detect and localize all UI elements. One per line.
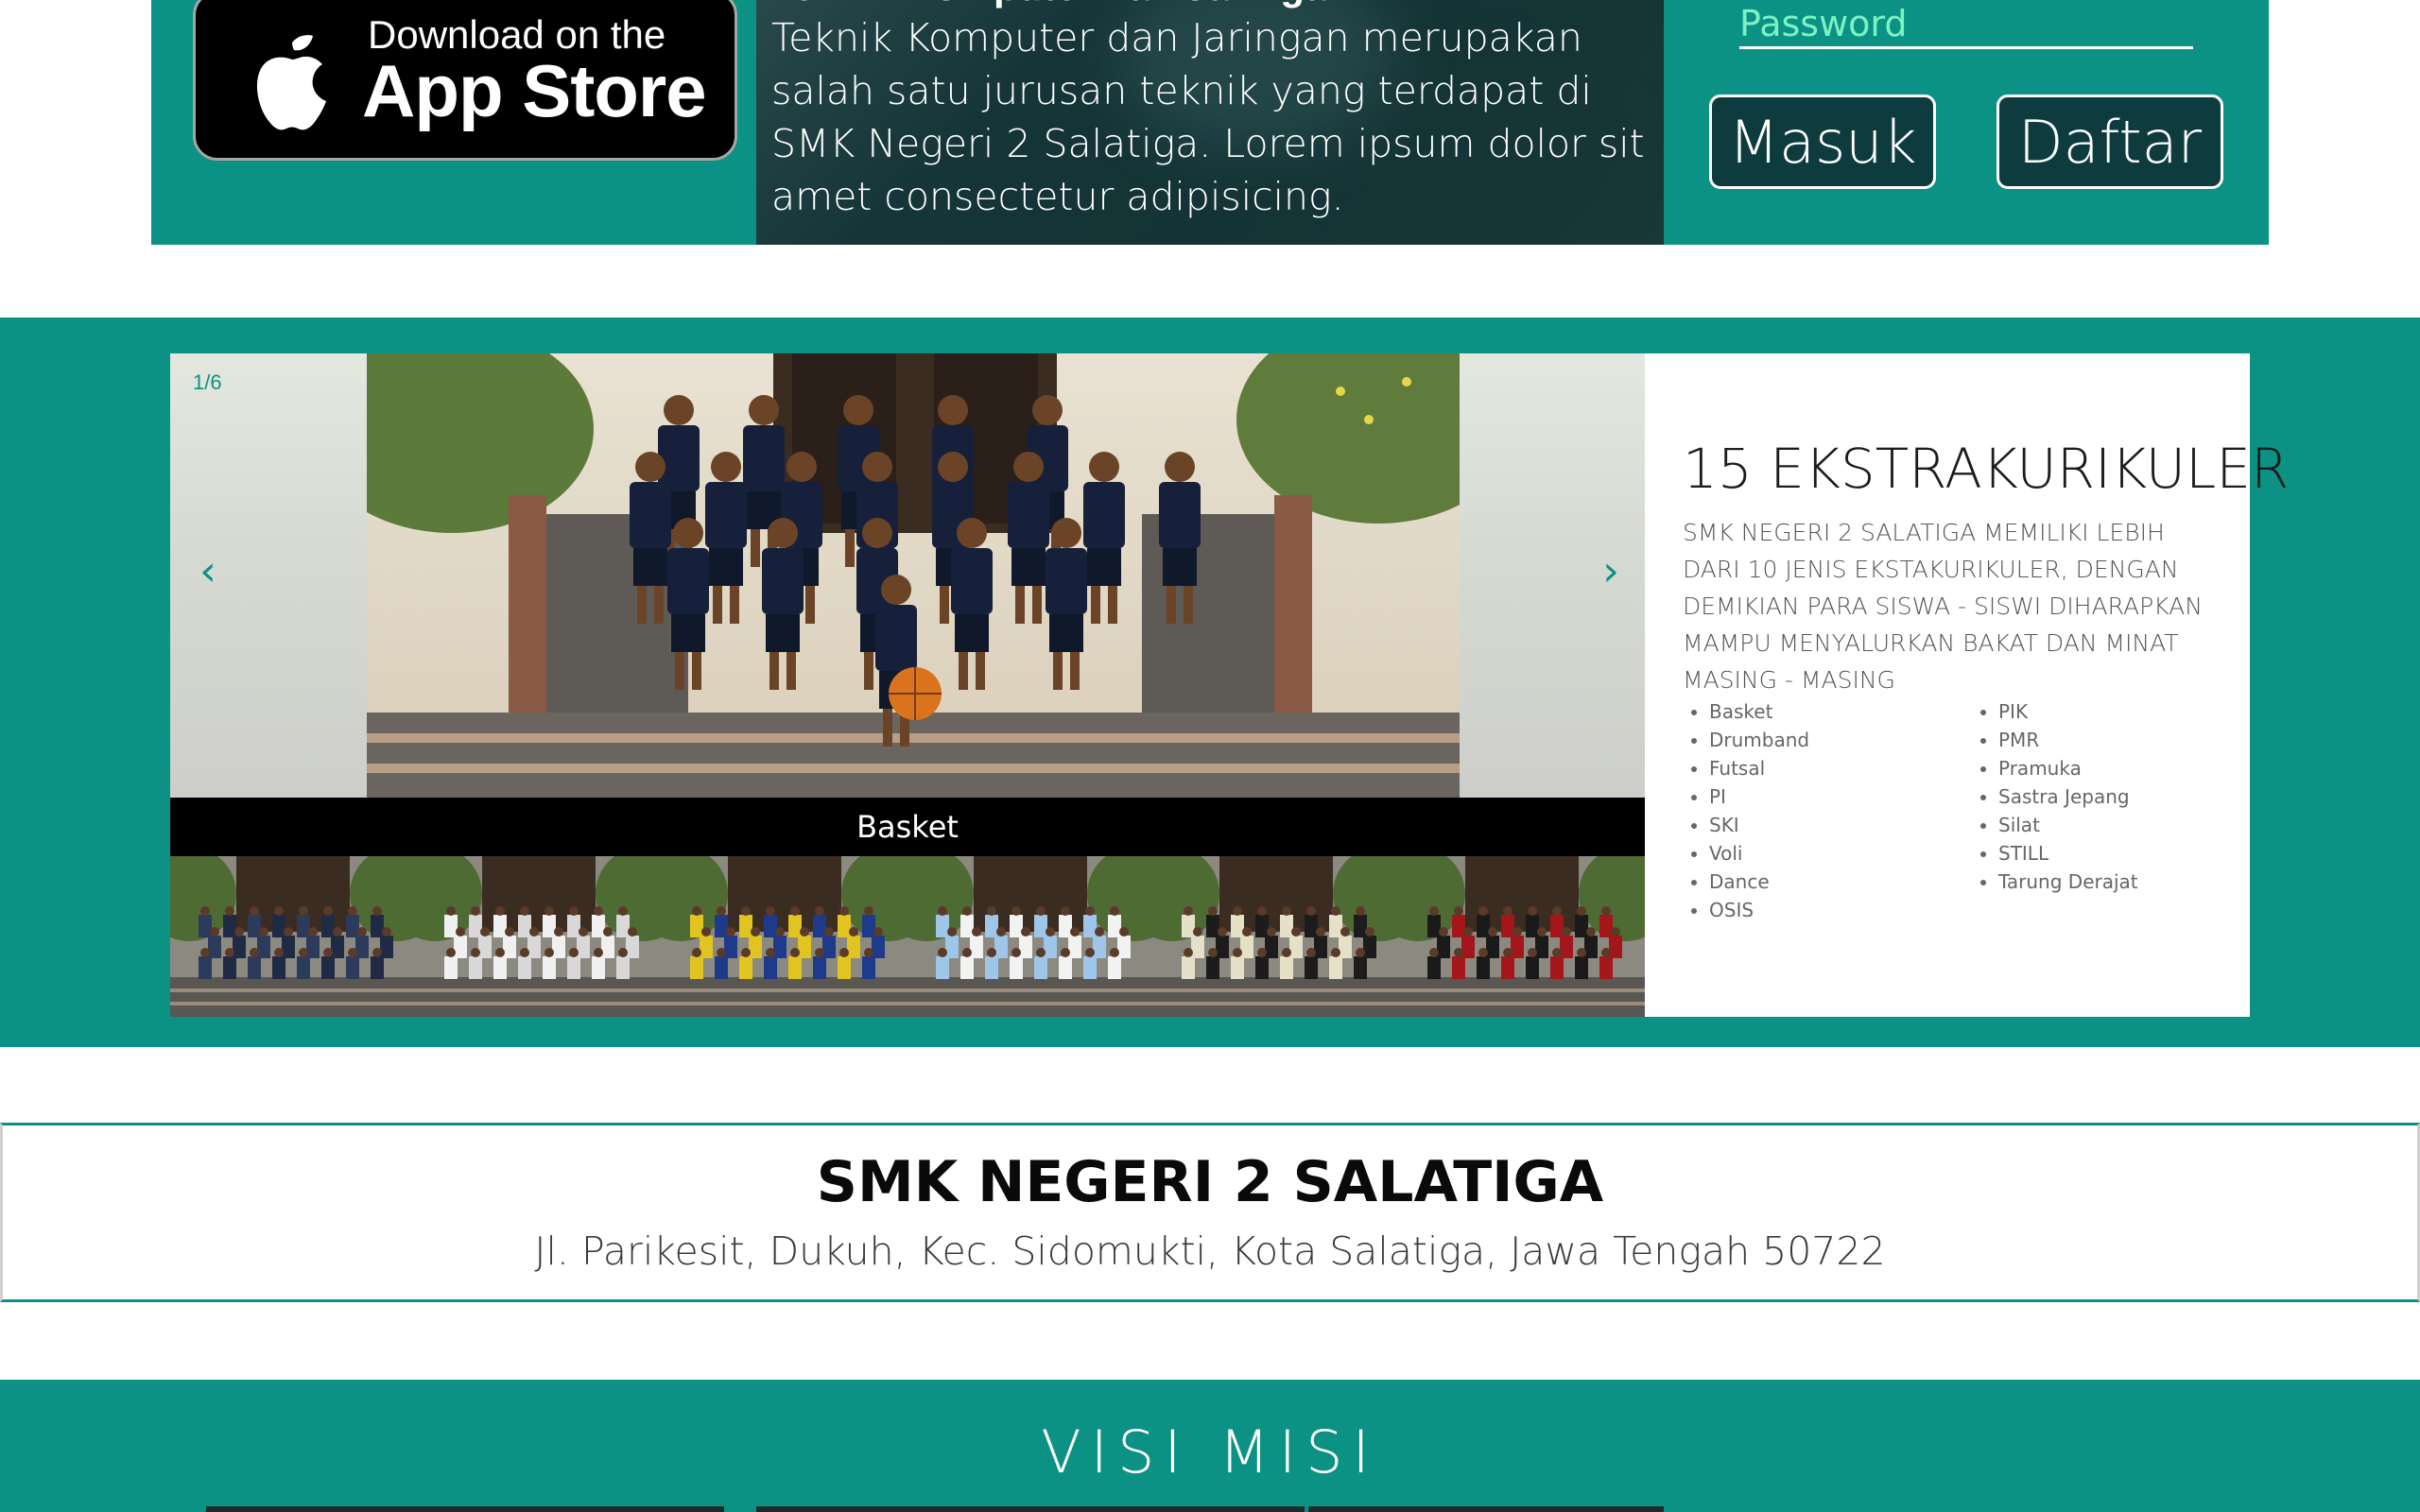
extracurricular-item: Drumband (1709, 726, 1809, 754)
thumbnail-futsal[interactable] (662, 856, 908, 1017)
extracurricular-item: Tarung Derajat (1998, 868, 2138, 896)
extracurricular-item: Basket (1709, 697, 1809, 726)
major-photo-card: Teknik Komputer dan Jaringan Teknik Komp… (756, 0, 1664, 245)
extracurricular-item: SKI (1709, 811, 1809, 839)
major-heading: Teknik Komputer dan Jaringan (771, 0, 1351, 9)
visi-misi-title: VISI MISI (1041, 1418, 1379, 1486)
visi-card-edge (1308, 1506, 1664, 1512)
login-button[interactable]: Masuk (1709, 94, 1936, 189)
extracurricular-item: Sastra Jepang (1998, 782, 2138, 811)
visi-card-edge (756, 1506, 1002, 1512)
thumbnail-silat[interactable] (1399, 856, 1645, 1017)
school-address: Jl. Parikesit, Dukuh, Kec. Sidomukti, Ko… (534, 1228, 1886, 1274)
extracurricular-item: Silat (1998, 811, 2138, 839)
visi-card-edge (1002, 1506, 1305, 1512)
major-description: Teknik Komputer dan Jaringan merupakan s… (771, 15, 1645, 219)
extracurricular-item: Futsal (1709, 754, 1809, 782)
extracurricular-list-left: BasketDrumbandFutsalPISKIVoliDanceOSIS (1683, 697, 1809, 924)
register-button[interactable]: Daftar (1996, 94, 2223, 189)
thumbnail-pramuka[interactable] (908, 856, 1153, 1017)
extracurricular-item: PIK (1998, 697, 2138, 726)
extracurricular-item: Dance (1709, 868, 1809, 896)
extracurricular-info-card: 15 EKSTRAKURIKULER SMK NEGERI 2 SALATIGA… (1645, 353, 2289, 1017)
slide-viewport: 1/6 ‹ › (170, 353, 1645, 798)
extracurricular-item: PI (1709, 782, 1809, 811)
thumbnail-drumband[interactable] (416, 856, 662, 1017)
extracurricular-title: 15 EKSTRAKURIKULER (1683, 437, 2290, 501)
extracurricular-description: SMK NEGERI 2 SALATIGA MEMILIKI LEBIH DAR… (1683, 519, 2203, 694)
extracurricular-item: Voli (1709, 839, 1809, 868)
app-store-badge[interactable]: Download on the App Store (193, 0, 737, 161)
school-name: SMK NEGERI 2 SALATIGA (816, 1149, 1604, 1215)
basket-team-image (367, 353, 1460, 798)
basket-team-photo (367, 353, 1460, 798)
next-slide-button[interactable]: › (1592, 548, 1630, 595)
password-field[interactable] (1739, 0, 2193, 49)
appstore-big-text: App Store (362, 49, 707, 132)
prev-slide-button[interactable]: ‹ (189, 548, 227, 595)
thumbnail-strip (170, 856, 1645, 1017)
apple-logo-icon (256, 35, 326, 130)
extracurricular-item: Pramuka (1998, 754, 2138, 782)
extracurricular-item: PMR (1998, 726, 2138, 754)
visi-card-edge (206, 1506, 724, 1512)
extracurricular-item: OSIS (1709, 896, 1809, 924)
thumbnail-paskibra[interactable] (1153, 856, 1399, 1017)
slide-counter: 1/6 (193, 370, 222, 394)
thumbnail-basket[interactable] (170, 856, 416, 1017)
extracurricular-item: STILL (1998, 839, 2138, 868)
extracurricular-slider: 1/6 ‹ › Basket (170, 353, 1645, 1017)
extracurricular-list-right: PIKPMRPramukaSastra JepangSilatSTILLTaru… (1972, 697, 2138, 896)
slide-caption: Basket (170, 798, 1645, 856)
